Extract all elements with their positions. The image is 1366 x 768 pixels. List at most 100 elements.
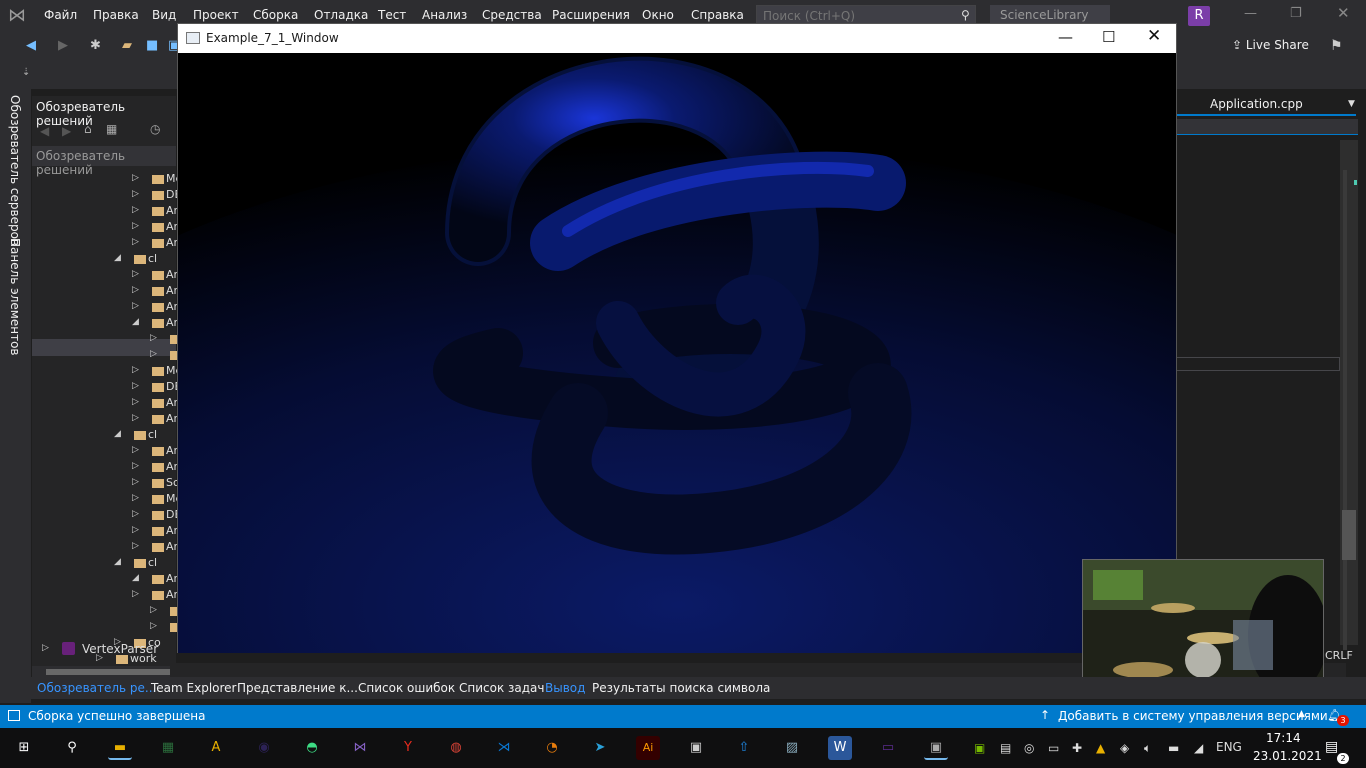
app-window-icon[interactable]: ▣ xyxy=(684,736,708,760)
menu-file[interactable]: Файл xyxy=(44,8,77,22)
expand-arrow-icon[interactable]: ▷ xyxy=(132,445,139,455)
chevron-up-icon[interactable]: ▲ xyxy=(1298,709,1305,719)
search-icon[interactable]: ⚲ xyxy=(60,736,84,760)
visual-studio-logo-icon[interactable]: ⋈ xyxy=(8,5,34,27)
tab-error-list[interactable]: Список ошибок xyxy=(358,681,455,695)
visual-studio-icon[interactable]: ⋈ xyxy=(348,736,372,760)
autocad-icon[interactable]: A xyxy=(204,736,228,760)
expand-arrow-icon[interactable]: ▷ xyxy=(132,173,139,183)
expand-arrow-icon[interactable]: ▷ xyxy=(132,397,139,407)
tree-item[interactable]: ▷Sc xyxy=(32,347,197,363)
tree-item[interactable]: ◢ cl xyxy=(32,555,176,571)
terminal-icon[interactable]: ▭ xyxy=(876,736,900,760)
expand-arrow-icon[interactable]: ▷ xyxy=(132,205,139,215)
document-tab[interactable]: Application.cpp xyxy=(1176,94,1356,116)
example-app-window[interactable]: Example_7_1_Window — ☐ ✕ xyxy=(177,23,1177,653)
avatar[interactable]: R xyxy=(1188,6,1210,26)
tree-item[interactable]: ◢ Ar xyxy=(32,315,178,331)
volume-icon[interactable]: 🔈︎ xyxy=(1144,741,1151,756)
tree-item[interactable]: ▷ DE xyxy=(32,507,181,523)
tree-item[interactable]: ▷Ar xyxy=(32,267,178,283)
tree-item[interactable]: ▷Ar xyxy=(32,299,178,315)
expand-arrow-icon[interactable]: ▷ xyxy=(132,477,139,487)
expand-arrow-icon[interactable]: ▷ xyxy=(132,413,139,423)
expand-arrow-icon[interactable]: ▷ xyxy=(150,349,157,359)
tree-item[interactable]: ◢ cl xyxy=(32,427,176,443)
expand-arrow-icon[interactable]: ▷ xyxy=(132,525,139,535)
minimize-icon[interactable]: — xyxy=(1058,28,1073,46)
start-icon[interactable]: ⊞ xyxy=(12,736,36,760)
tree-item[interactable]: ▷Ar xyxy=(32,235,178,251)
live-share-button[interactable]: ⇪ Live Share xyxy=(1232,38,1309,52)
search-icon[interactable]: ⚲ xyxy=(961,8,970,22)
expand-arrow-icon[interactable]: ▷ xyxy=(42,643,49,653)
toolbar-overflow-icon[interactable]: ⇣ xyxy=(22,67,30,78)
tree-item[interactable]: ▷ DE xyxy=(32,379,181,395)
word-icon[interactable]: W xyxy=(828,736,852,760)
project-item-vertexparser[interactable]: ▷ VertexParser xyxy=(32,641,176,657)
tree-item[interactable]: ▷Ar xyxy=(32,587,178,603)
expand-arrow-icon[interactable]: ▷ xyxy=(132,541,139,551)
tree-item[interactable]: ▷Ar xyxy=(32,283,178,299)
tab-find-symbol-results[interactable]: Результаты поиска символа xyxy=(592,681,770,695)
tab-solution-explorer[interactable]: Обозреватель ре... xyxy=(37,681,156,695)
close-icon[interactable]: ✕ xyxy=(1337,4,1350,22)
line-ending-indicator[interactable]: CRLF xyxy=(1325,649,1353,662)
expand-arrow-icon[interactable]: ▷ xyxy=(132,381,139,391)
expand-arrow-icon[interactable]: ▷ xyxy=(132,221,139,231)
restore-icon[interactable]: ❐ xyxy=(1290,6,1302,21)
toolbox-tab[interactable]: Панель элементов xyxy=(8,238,22,356)
back-icon[interactable]: ◀ xyxy=(40,124,49,138)
blender-icon[interactable]: ◔ xyxy=(540,736,564,760)
wifi-icon[interactable]: ◢ xyxy=(1194,741,1203,755)
menu-debug[interactable]: Отладка xyxy=(314,8,368,22)
home-icon[interactable]: ⌂ xyxy=(84,122,92,136)
tree-item[interactable]: ▷Fr xyxy=(32,603,194,619)
telegram-icon[interactable]: ➤ xyxy=(588,736,612,760)
photos-icon[interactable]: ▨ xyxy=(780,736,804,760)
forward-icon[interactable]: ▶ xyxy=(62,124,71,138)
tray-display-icon[interactable]: ▭ xyxy=(1048,741,1059,755)
nvidia-tray-icon[interactable]: ▣ xyxy=(974,741,985,755)
chevron-down-icon[interactable]: ▼ xyxy=(1348,99,1355,109)
add-to-source-control[interactable]: Добавить в систему управления версиями xyxy=(1058,709,1328,723)
language-indicator[interactable]: ENG xyxy=(1216,740,1242,754)
forward-icon[interactable]: ▶ xyxy=(58,38,68,53)
app-title-bar[interactable]: Example_7_1_Window — ☐ ✕ xyxy=(178,24,1176,53)
tree-item[interactable]: ▷Ar xyxy=(32,395,178,411)
menu-project[interactable]: Проект xyxy=(193,8,239,22)
clock-date[interactable]: 23.01.2021 xyxy=(1253,749,1322,763)
tree-item[interactable]: ▷Ar xyxy=(32,331,196,347)
expand-arrow-icon[interactable]: ▷ xyxy=(132,189,139,199)
expand-arrow-icon[interactable]: ▷ xyxy=(132,285,139,295)
expand-arrow-icon[interactable]: ▷ xyxy=(132,269,139,279)
tree-item[interactable]: ▷Sc xyxy=(32,475,179,491)
expand-arrow-icon[interactable]: ▷ xyxy=(132,589,139,599)
tree-item[interactable]: ▷ DE xyxy=(32,187,181,203)
feedback-icon[interactable]: ⚑ xyxy=(1330,38,1343,54)
file-explorer-icon[interactable]: ▬ xyxy=(108,736,132,760)
solution-explorer-search[interactable]: Обозреватель решений xyxy=(32,146,176,177)
minimize-icon[interactable]: — xyxy=(1244,6,1257,21)
expand-arrow-icon[interactable]: ▷ xyxy=(132,301,139,311)
tree-item[interactable]: ▷ Me xyxy=(32,171,182,187)
expand-arrow-icon[interactable]: ▷ xyxy=(132,237,139,247)
chrome-icon[interactable]: ◍ xyxy=(444,736,468,760)
tray-autocad-icon[interactable]: ▲ xyxy=(1096,741,1105,755)
expand-arrow-icon[interactable]: ▷ xyxy=(132,493,139,503)
upload-app-icon[interactable]: ⇧ xyxy=(732,736,756,760)
menu-help[interactable]: Справка xyxy=(691,8,744,22)
tab-output[interactable]: Вывод xyxy=(545,681,585,695)
battery-icon[interactable]: ▬ xyxy=(1168,741,1179,755)
expand-arrow-icon[interactable]: ▷ xyxy=(150,605,157,615)
tree-item[interactable]: ▷ xyxy=(32,619,182,635)
collapse-arrow-icon[interactable]: ◢ xyxy=(114,429,121,439)
server-explorer-tab[interactable]: Обозреватель серверов xyxy=(8,95,22,246)
collapse-arrow-icon[interactable]: ◢ xyxy=(114,253,121,263)
tree-item[interactable]: ◢ Ar xyxy=(32,571,178,587)
menu-view[interactable]: Вид xyxy=(152,8,176,22)
vertical-scrollbar[interactable] xyxy=(1340,140,1358,650)
action-center-icon[interactable]: ▤ xyxy=(1325,739,1338,755)
collapse-arrow-icon[interactable]: ◢ xyxy=(132,317,139,327)
history-icon[interactable]: ◷ xyxy=(150,122,160,136)
